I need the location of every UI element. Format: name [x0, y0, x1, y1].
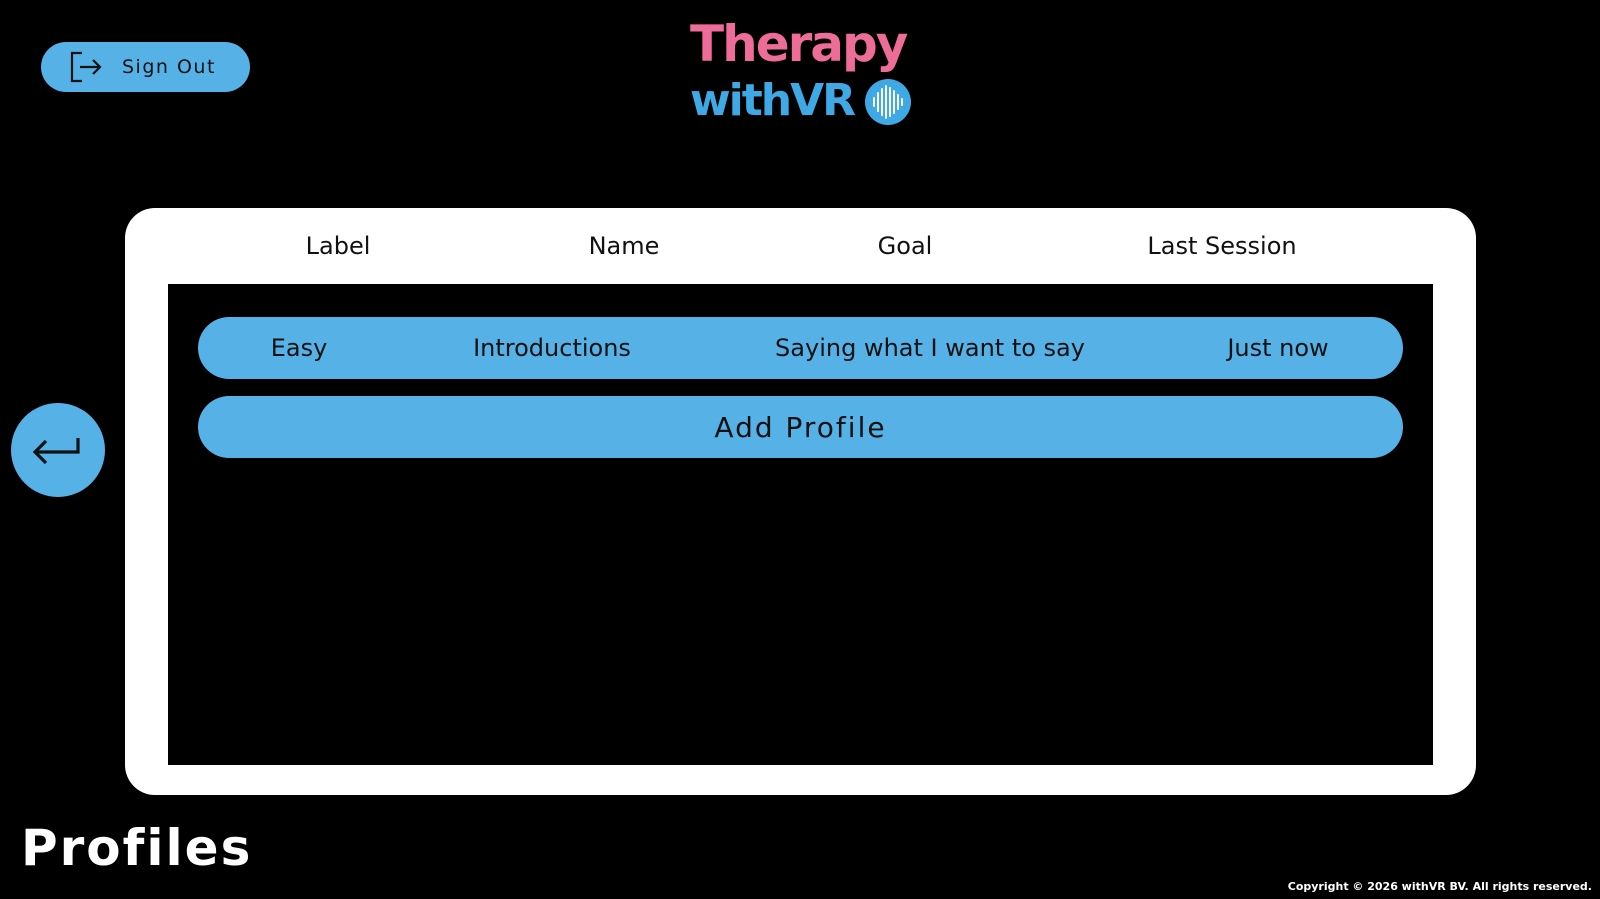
column-header-last-session: Last Session — [1147, 232, 1297, 260]
sign-out-button[interactable]: Sign Out — [41, 42, 250, 92]
profile-goal-cell: Saying what I want to say — [775, 334, 1085, 362]
return-arrow-icon — [32, 438, 80, 465]
logout-icon — [66, 47, 106, 87]
logo-text-therapy: Therapy — [690, 15, 908, 73]
profile-list[interactable]: Easy Introductions Saying what I want to… — [168, 284, 1433, 765]
profile-name-cell: Introductions — [473, 334, 631, 362]
profile-label-cell: Easy — [270, 334, 328, 362]
logo-text-withvr: withVR — [690, 75, 856, 126]
profile-row[interactable]: Easy Introductions Saying what I want to… — [198, 317, 1403, 379]
app-logo: Therapy withVR — [690, 14, 915, 130]
back-button[interactable] — [11, 403, 105, 497]
page-title: Profiles — [21, 819, 253, 877]
add-profile-label: Add Profile — [714, 410, 887, 444]
column-header-label: Label — [305, 232, 371, 260]
profiles-panel: Label Name Goal Last Session Easy Introd… — [125, 208, 1476, 795]
copyright-notice: Copyright © 2026 withVR BV. All rights r… — [1287, 880, 1592, 893]
column-header-goal: Goal — [877, 232, 933, 260]
column-header-name: Name — [588, 232, 660, 260]
add-profile-button[interactable]: Add Profile — [198, 396, 1403, 458]
soundwave-badge-icon — [865, 79, 911, 125]
sign-out-label: Sign Out — [122, 56, 216, 78]
profile-last-session-cell: Just now — [1227, 334, 1329, 362]
